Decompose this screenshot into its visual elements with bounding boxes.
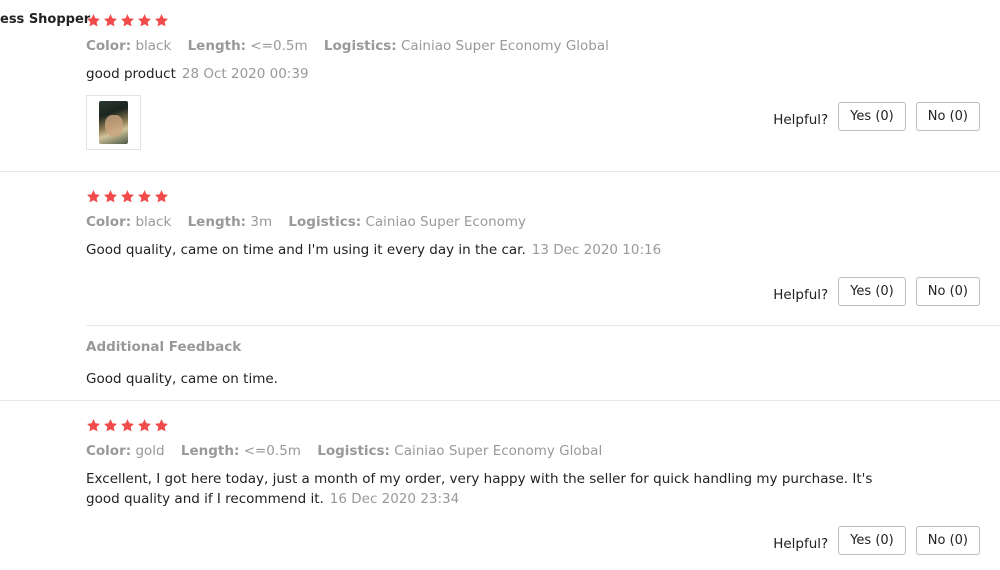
- color-value: gold: [135, 443, 165, 459]
- length-label: Length:: [187, 214, 247, 230]
- additional-feedback-text: Good quality, came on time.: [86, 371, 278, 387]
- star-icon: [86, 418, 101, 433]
- review-date: 13 Dec 2020 10:16: [531, 242, 662, 258]
- length-label: Length:: [180, 443, 240, 459]
- star-icon: [120, 13, 135, 28]
- star-icon: [103, 418, 118, 433]
- color-label: Color:: [86, 38, 132, 54]
- star-rating: [86, 189, 169, 207]
- color-label: Color:: [86, 443, 132, 459]
- logistics-label: Logistics:: [288, 214, 362, 230]
- review-item: ess Shopper Color: black Length: <=0.5m …: [0, 0, 1000, 170]
- star-rating: [86, 418, 169, 436]
- additional-feedback-title: Additional Feedback: [86, 339, 242, 355]
- product-attributes: Color: gold Length: <=0.5m Logistics: Ca…: [86, 443, 614, 459]
- star-icon: [103, 13, 118, 28]
- star-icon: [86, 13, 101, 28]
- color-label: Color:: [86, 214, 132, 230]
- color-value: black: [135, 214, 172, 230]
- helpful-yes-button[interactable]: Yes (0): [838, 102, 906, 131]
- review-body: good product: [86, 66, 176, 82]
- review-photo-thumbnail[interactable]: [86, 95, 141, 150]
- review-body-line1: Excellent, I got here today, just a mont…: [86, 471, 873, 487]
- helpful-label: Helpful?: [773, 111, 829, 128]
- star-icon: [120, 189, 135, 204]
- logistics-label: Logistics:: [317, 443, 390, 459]
- review-body-line2: good quality and if I recommend it.: [86, 491, 324, 507]
- star-icon: [154, 189, 169, 204]
- logistics-value: Cainiao Super Economy Global: [400, 38, 609, 54]
- product-attributes: Color: black Length: 3m Logistics: Caini…: [86, 214, 538, 230]
- review-body: Good quality, came on time and I'm using…: [86, 242, 526, 258]
- helpful-controls: Helpful? Yes (0) No (0): [773, 277, 980, 306]
- review-photo: [99, 101, 128, 144]
- color-value: black: [135, 38, 172, 54]
- star-icon: [137, 13, 152, 28]
- helpful-controls: Helpful? Yes (0) No (0): [773, 526, 980, 555]
- review-item: Color: gold Length: <=0.5m Logistics: Ca…: [0, 400, 1000, 570]
- helpful-label: Helpful?: [773, 535, 829, 552]
- helpful-no-button[interactable]: No (0): [915, 526, 980, 555]
- feedback-divider: [86, 325, 1000, 326]
- helpful-no-button[interactable]: No (0): [915, 102, 980, 131]
- star-icon: [154, 418, 169, 433]
- logistics-value: Cainiao Super Economy Global: [394, 443, 603, 459]
- review-text: good product 28 Oct 2020 00:39: [86, 64, 309, 84]
- star-icon: [154, 13, 169, 28]
- product-attributes: Color: black Length: <=0.5m Logistics: C…: [86, 38, 621, 54]
- star-icon: [103, 189, 118, 204]
- helpful-yes-button[interactable]: Yes (0): [838, 277, 906, 306]
- star-icon: [86, 189, 101, 204]
- review-text: Good quality, came on time and I'm using…: [86, 240, 661, 260]
- helpful-yes-button[interactable]: Yes (0): [838, 526, 906, 555]
- helpful-controls: Helpful? Yes (0) No (0): [773, 102, 980, 131]
- star-rating: [86, 13, 169, 31]
- review-date: 28 Oct 2020 00:39: [181, 66, 309, 82]
- length-value: <=0.5m: [250, 38, 308, 54]
- review-text: Excellent, I got here today, just a mont…: [86, 469, 886, 509]
- logistics-label: Logistics:: [323, 38, 397, 54]
- star-icon: [120, 418, 135, 433]
- star-icon: [137, 418, 152, 433]
- helpful-no-button[interactable]: No (0): [915, 277, 980, 306]
- review-item: Color: black Length: 3m Logistics: Caini…: [0, 171, 1000, 401]
- star-icon: [137, 189, 152, 204]
- shopper-name: ess Shopper: [0, 12, 91, 27]
- length-label: Length:: [187, 38, 247, 54]
- length-value: <=0.5m: [243, 443, 301, 459]
- length-value: 3m: [250, 214, 273, 230]
- review-date: 16 Dec 2020 23:34: [329, 491, 460, 507]
- helpful-label: Helpful?: [773, 286, 829, 303]
- logistics-value: Cainiao Super Economy: [365, 214, 527, 230]
